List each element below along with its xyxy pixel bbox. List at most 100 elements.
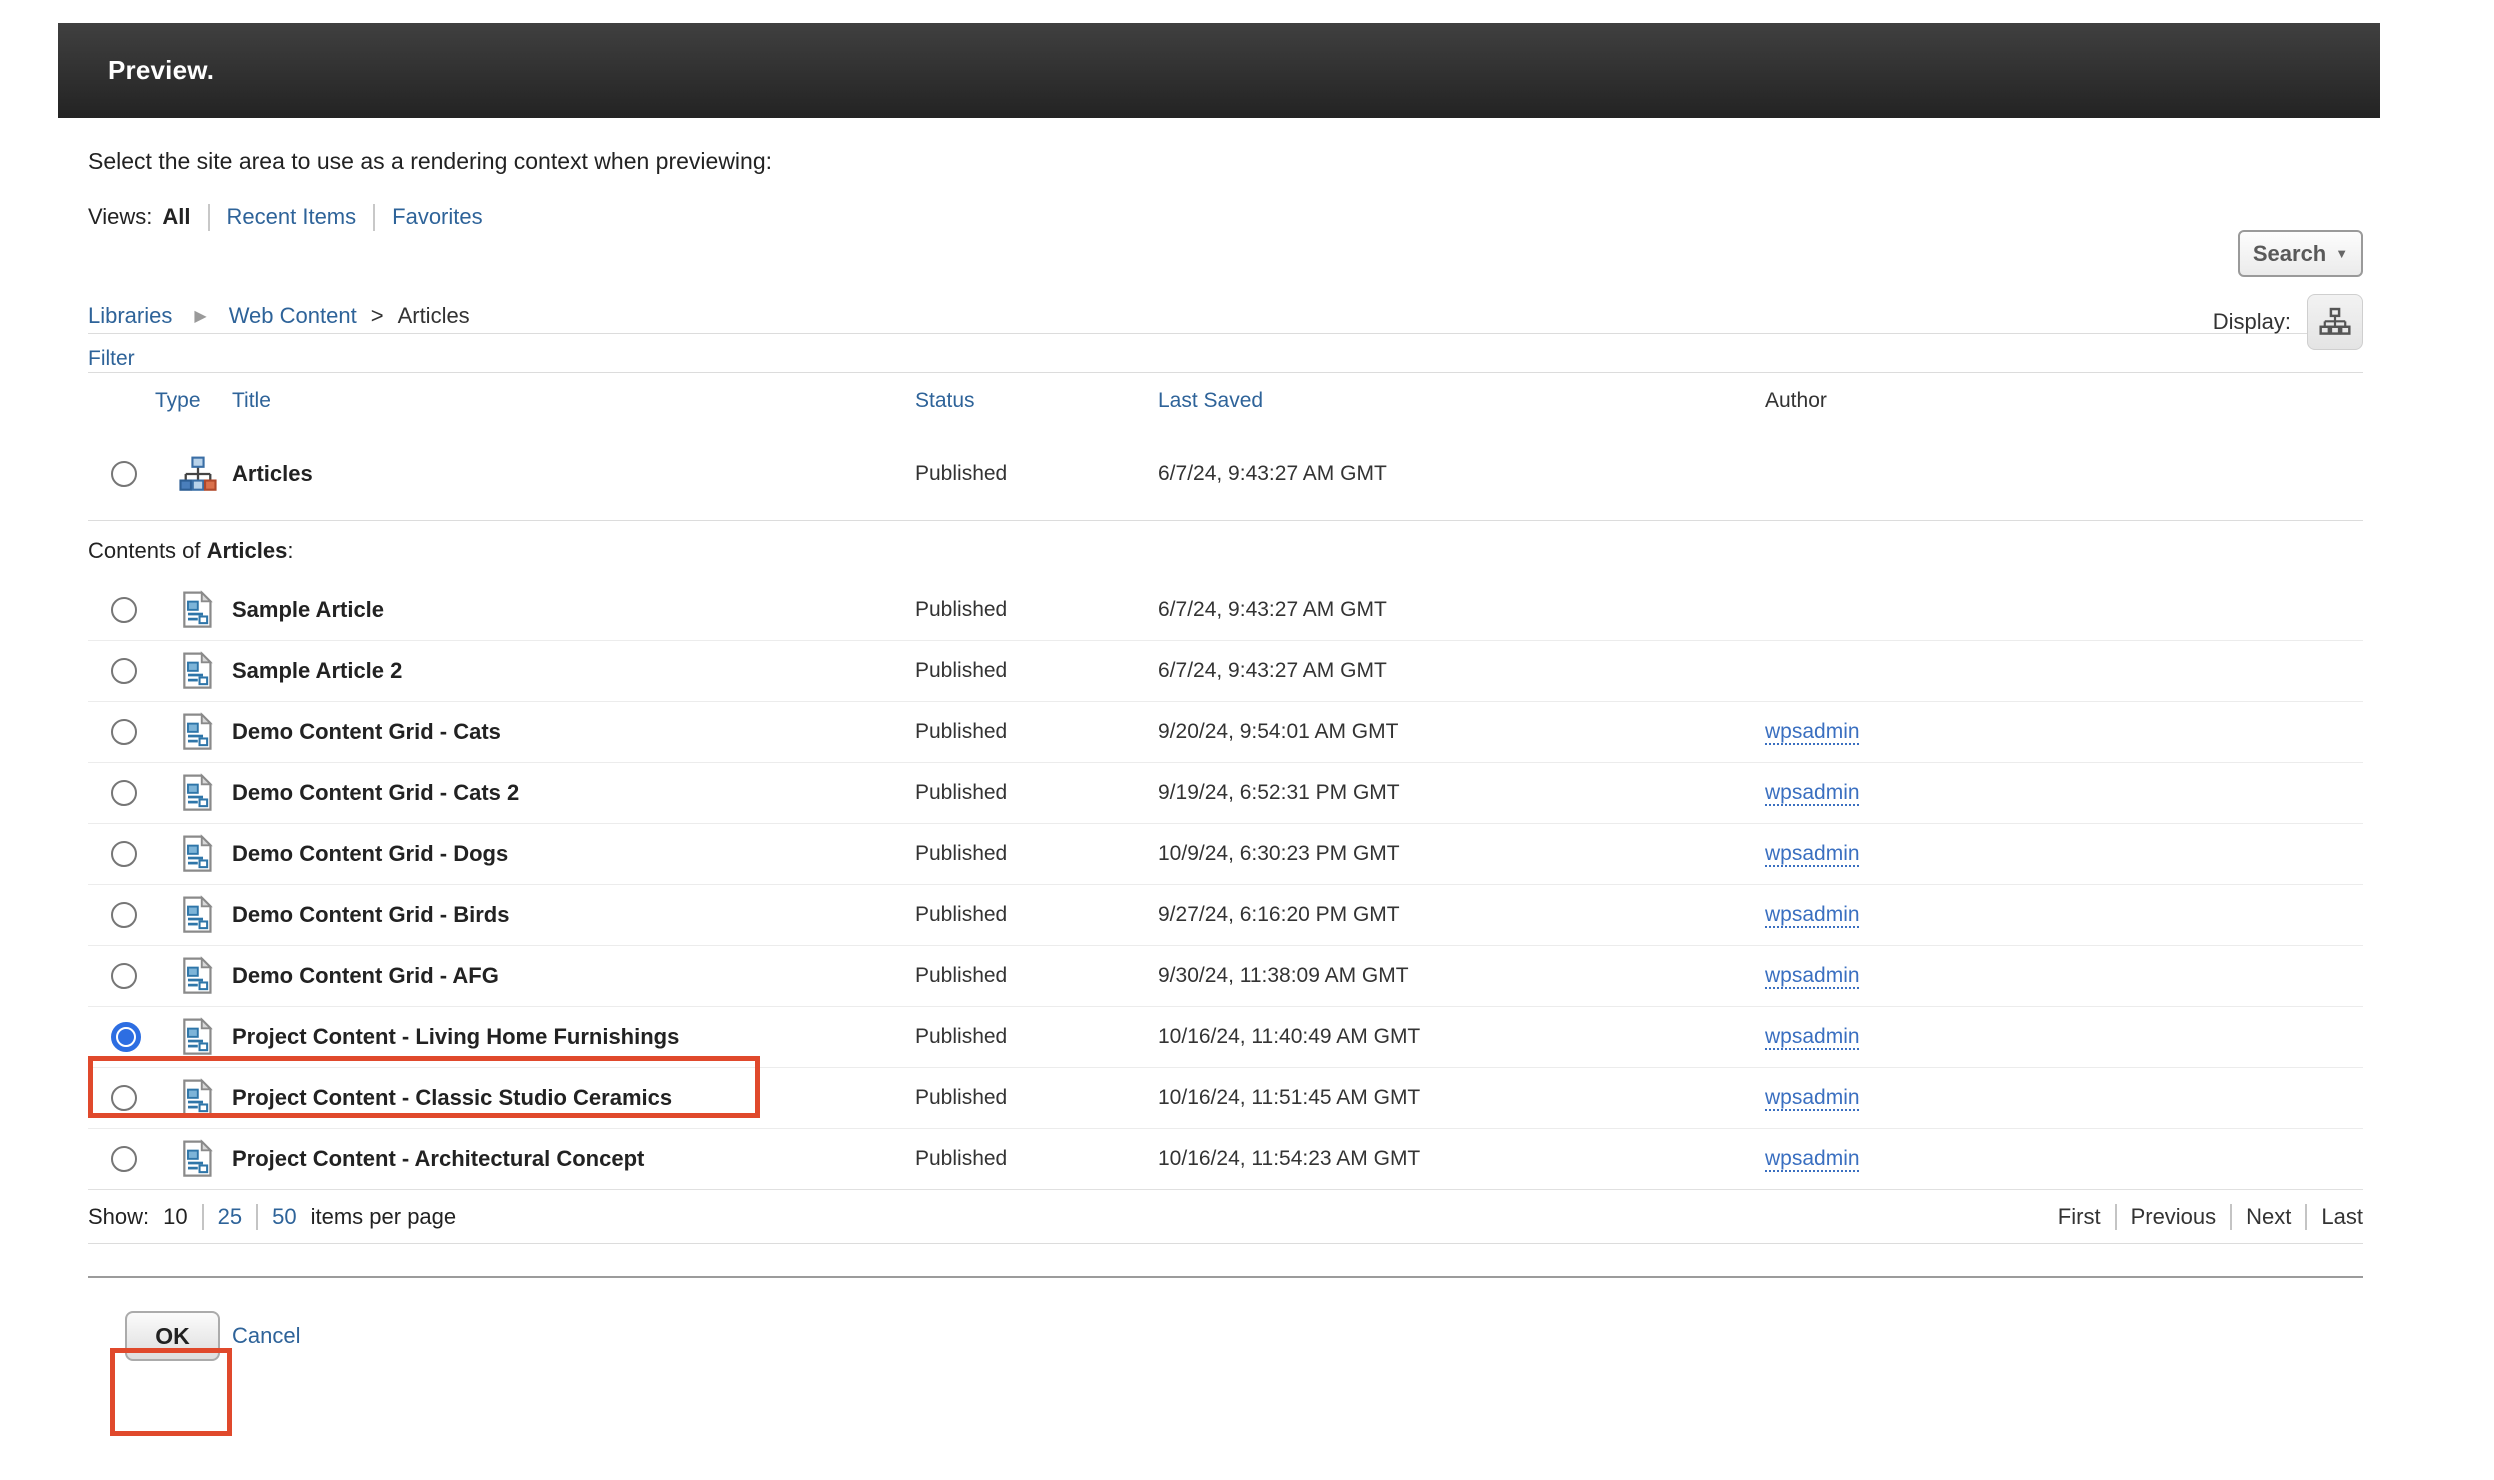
- row-title[interactable]: Demo Content Grid - Dogs: [232, 841, 915, 867]
- row-title[interactable]: Demo Content Grid - Cats: [232, 719, 915, 745]
- filter-bar: Filter: [88, 346, 2363, 372]
- table-row[interactable]: Demo Content Grid - Cats 2 Published 9/1…: [88, 763, 2363, 824]
- row-radio-button[interactable]: [111, 597, 137, 623]
- row-radio-button[interactable]: [111, 461, 137, 487]
- table-row[interactable]: Project Content - Classic Studio Ceramic…: [88, 1068, 2363, 1129]
- content-document-icon: [178, 712, 216, 752]
- row-radio-button[interactable]: [111, 719, 137, 745]
- contents-of-label: Contents of Articles:: [88, 521, 2363, 580]
- row-title[interactable]: Articles: [232, 461, 915, 487]
- page-nav-first[interactable]: First: [2058, 1204, 2101, 1230]
- breadcrumb-libraries[interactable]: Libraries: [88, 303, 172, 329]
- breadcrumb-web-content[interactable]: Web Content: [229, 303, 357, 329]
- row-status: Published: [915, 1147, 1158, 1171]
- dialog-titlebar: Preview.: [58, 23, 2380, 118]
- column-header-status[interactable]: Status: [915, 389, 1158, 413]
- row-title[interactable]: Sample Article 2: [232, 658, 915, 684]
- row-last-saved: 10/16/24, 11:51:45 AM GMT: [1158, 1086, 1765, 1110]
- content-document-icon: [178, 1078, 216, 1118]
- views-item-favorites[interactable]: Favorites: [392, 202, 482, 232]
- views-item-all[interactable]: All: [162, 202, 190, 232]
- row-radio-button[interactable]: [111, 963, 137, 989]
- row-status: Published: [915, 1086, 1158, 1110]
- column-header-last-saved[interactable]: Last Saved: [1158, 389, 1765, 413]
- table-row[interactable]: Sample Article 2 Published 6/7/24, 9:43:…: [88, 641, 2363, 702]
- content-document-icon: [178, 590, 216, 630]
- divider: [208, 204, 210, 231]
- views-item-recent-items[interactable]: Recent Items: [227, 202, 357, 232]
- search-button[interactable]: Search ▼: [2238, 230, 2363, 277]
- row-radio-button[interactable]: [111, 1146, 137, 1172]
- row-title[interactable]: Project Content - Architectural Concept: [232, 1146, 915, 1172]
- row-radio-button[interactable]: [111, 1085, 137, 1111]
- column-header-title[interactable]: Title: [232, 389, 915, 413]
- content-document-icon: [178, 956, 216, 996]
- divider: [2230, 1204, 2232, 1230]
- table-row[interactable]: Project Content - Living Home Furnishing…: [88, 1007, 2363, 1068]
- content-document-icon: [178, 895, 216, 935]
- row-author-link[interactable]: wpsadmin: [1765, 964, 1860, 987]
- row-status: Published: [915, 720, 1158, 744]
- page-nav-next[interactable]: Next: [2246, 1204, 2291, 1230]
- table-row[interactable]: Demo Content Grid - Dogs Published 10/9/…: [88, 824, 2363, 885]
- ok-button[interactable]: OK: [125, 1311, 220, 1361]
- breadcrumb-separator: >: [371, 303, 384, 329]
- row-last-saved: 9/27/24, 6:16:20 PM GMT: [1158, 903, 1765, 927]
- page-size-option-50[interactable]: 50: [272, 1204, 296, 1230]
- row-last-saved: 6/7/24, 9:43:27 AM GMT: [1158, 462, 1765, 486]
- divider: [373, 204, 375, 231]
- content-document-icon: [178, 1017, 216, 1057]
- row-status: Published: [915, 1025, 1158, 1049]
- column-header-author: Author: [1765, 389, 2363, 413]
- instruction-text: Select the site area to use as a renderi…: [88, 146, 2363, 176]
- divider: [88, 1276, 2363, 1278]
- table-row[interactable]: Demo Content Grid - Cats Published 9/20/…: [88, 702, 2363, 763]
- table-row[interactable]: Project Content - Architectural Concept …: [88, 1129, 2363, 1190]
- table-row[interactable]: Demo Content Grid - AFG Published 9/30/2…: [88, 946, 2363, 1007]
- content-rows: Sample Article Published 6/7/24, 9:43:27…: [88, 580, 2363, 1190]
- page-nav-previous[interactable]: Previous: [2131, 1204, 2217, 1230]
- row-title[interactable]: Sample Article: [232, 597, 915, 623]
- row-title[interactable]: Demo Content Grid - AFG: [232, 963, 915, 989]
- row-author-link[interactable]: wpsadmin: [1765, 1025, 1860, 1048]
- column-header-type[interactable]: Type: [155, 389, 232, 413]
- row-radio-button[interactable]: [111, 1022, 141, 1052]
- items-per-page-label: items per page: [311, 1204, 457, 1230]
- row-title[interactable]: Demo Content Grid - Birds: [232, 902, 915, 928]
- site-tree-icon: [2318, 307, 2352, 337]
- row-status: Published: [915, 781, 1158, 805]
- row-author-link[interactable]: wpsadmin: [1765, 903, 1860, 926]
- row-radio-button[interactable]: [111, 780, 137, 806]
- page-size-option-25[interactable]: 25: [218, 1204, 242, 1230]
- row-title[interactable]: Demo Content Grid - Cats 2: [232, 780, 915, 806]
- display-mode-button[interactable]: [2307, 294, 2363, 350]
- row-author-link[interactable]: wpsadmin: [1765, 1147, 1860, 1170]
- row-title[interactable]: Project Content - Classic Studio Ceramic…: [232, 1085, 915, 1111]
- site-area-icon: [178, 456, 218, 492]
- page-nav-last[interactable]: Last: [2321, 1204, 2363, 1230]
- row-last-saved: 10/9/24, 6:30:23 PM GMT: [1158, 842, 1765, 866]
- row-status: Published: [915, 842, 1158, 866]
- row-author-link[interactable]: wpsadmin: [1765, 842, 1860, 865]
- row-radio-button[interactable]: [111, 841, 137, 867]
- divider: [256, 1204, 258, 1230]
- content-document-icon: [178, 956, 216, 996]
- row-radio-button[interactable]: [111, 902, 137, 928]
- content-document-icon: [178, 895, 216, 935]
- row-title[interactable]: Project Content - Living Home Furnishing…: [232, 1024, 915, 1050]
- row-author-link[interactable]: wpsadmin: [1765, 1086, 1860, 1109]
- cancel-link[interactable]: Cancel: [232, 1323, 300, 1349]
- content-document-icon: [178, 773, 216, 813]
- site-area-row[interactable]: Articles Published 6/7/24, 9:43:27 AM GM…: [88, 428, 2363, 521]
- table-row[interactable]: Demo Content Grid - Birds Published 9/27…: [88, 885, 2363, 946]
- filter-link[interactable]: Filter: [88, 347, 135, 370]
- row-last-saved: 6/7/24, 9:43:27 AM GMT: [1158, 598, 1765, 622]
- content-document-icon: [178, 773, 216, 813]
- contents-of-prefix: Contents of: [88, 538, 201, 564]
- row-last-saved: 9/30/24, 11:38:09 AM GMT: [1158, 964, 1765, 988]
- row-author-link[interactable]: wpsadmin: [1765, 720, 1860, 743]
- content-document-icon: [178, 1139, 216, 1179]
- row-author-link[interactable]: wpsadmin: [1765, 781, 1860, 804]
- row-radio-button[interactable]: [111, 658, 137, 684]
- table-row[interactable]: Sample Article Published 6/7/24, 9:43:27…: [88, 580, 2363, 641]
